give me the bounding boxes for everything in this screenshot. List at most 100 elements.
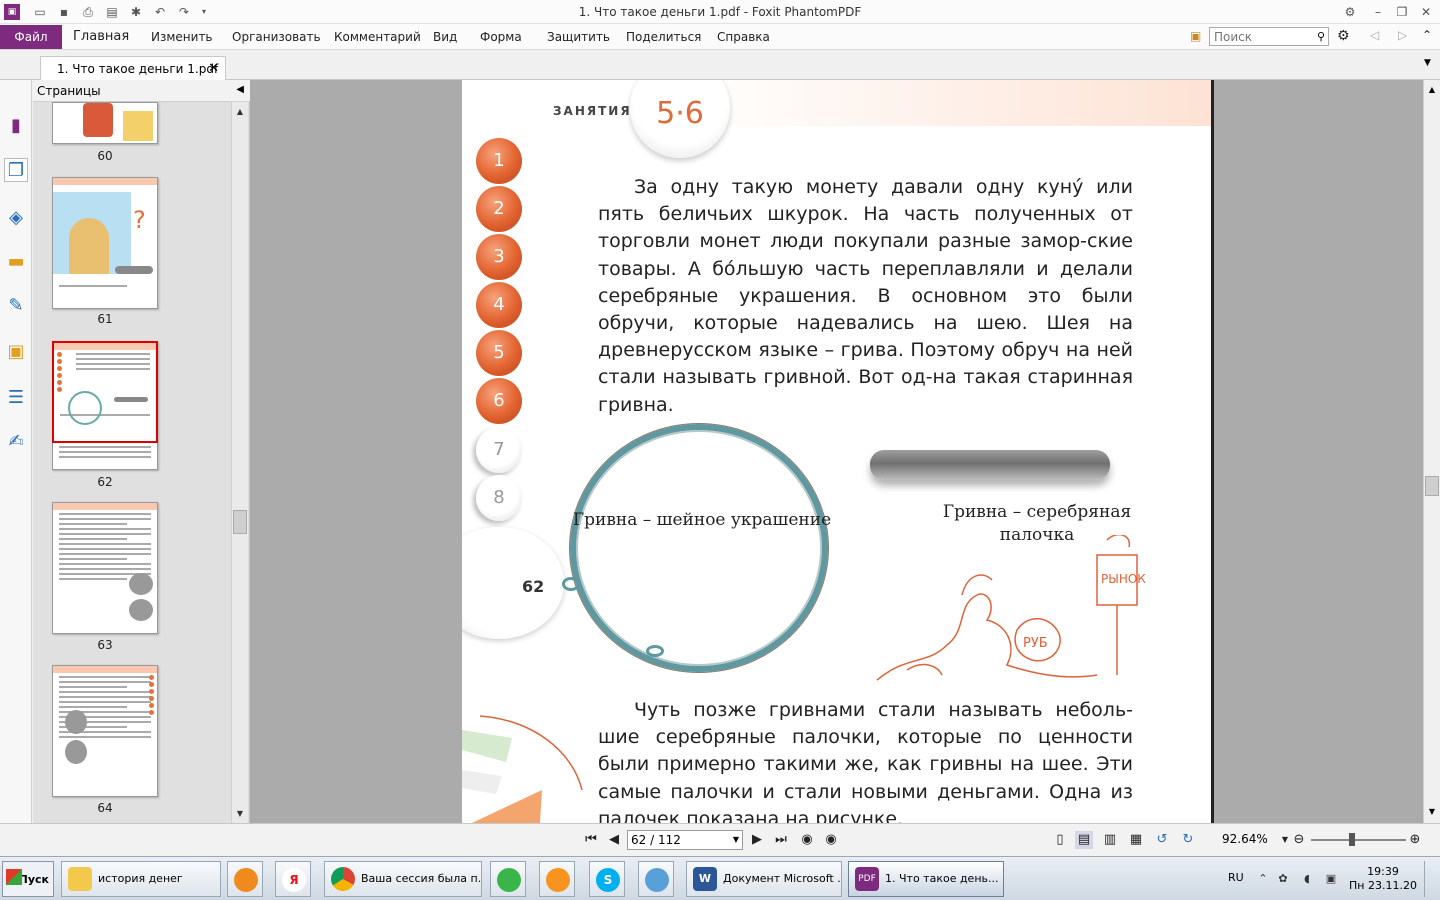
taskbar-app-chrome[interactable]: Ваша сессия была п... — [324, 861, 482, 897]
page-thumbnail[interactable]: ? — [52, 177, 158, 309]
pages-panel-header: Страницы ◀ — [33, 80, 250, 102]
tray-app-icon[interactable]: ✿ — [1276, 872, 1290, 886]
menu-share[interactable]: Поделиться — [626, 30, 701, 44]
search-field[interactable]: ⚲ — [1209, 27, 1329, 46]
minimize-button[interactable]: – — [1368, 3, 1388, 21]
step-marker: 6 — [476, 378, 522, 424]
ring-clasp — [646, 645, 664, 657]
layers-icon[interactable]: ◈ — [4, 206, 28, 230]
back-icon[interactable]: ◁ — [1370, 28, 1379, 42]
next-page-icon[interactable]: ▶ — [748, 831, 766, 849]
taskbar-volume[interactable] — [638, 861, 674, 897]
zoom-slider[interactable] — [1311, 839, 1406, 841]
file-menu-button[interactable]: Файл — [0, 25, 62, 49]
scrollbar-thumb[interactable] — [233, 510, 247, 534]
pages-icon[interactable]: ❐ — [4, 158, 28, 182]
search-input[interactable] — [1210, 28, 1306, 45]
taskbar-app-foxit[interactable]: PDF 1. Что такое день... — [848, 861, 1004, 897]
previous-page-icon[interactable]: ◀ — [605, 831, 623, 849]
taskbar-app-word[interactable]: W Документ Microsoft ... — [686, 861, 842, 897]
pages-panel-title: Страницы — [37, 84, 101, 98]
ribbon-collapse-icon[interactable]: ⌃ — [1422, 28, 1432, 42]
page-thumbnail-selected[interactable] — [52, 341, 158, 443]
gear-icon[interactable]: ⚙ — [1337, 28, 1350, 44]
grivna-ring-image — [570, 424, 828, 672]
close-button[interactable]: ✕ — [1416, 3, 1436, 21]
find-folder-icon[interactable]: ▣ — [1190, 29, 1201, 43]
continuous-page-icon[interactable]: ▤ — [1075, 831, 1093, 849]
continuous-facing-icon[interactable]: ▦ — [1127, 831, 1145, 849]
collapse-panel-icon[interactable]: ◀ — [236, 84, 244, 95]
svg-text:РЫНОК: РЫНОК — [1101, 572, 1146, 586]
show-desktop-button[interactable] — [1424, 861, 1436, 897]
page-navigation-bar: ⏮ ◀ 62 / 112 ▼ ▶ ⏭ ◉ ◉ ▯ ▤ ▥ ▦ ↺ ↻ 92.64… — [0, 823, 1440, 856]
menu-organize[interactable]: Организовать — [232, 30, 321, 44]
zoom-in-icon[interactable]: ⊕ — [1406, 831, 1424, 849]
menu-help[interactable]: Справка — [717, 30, 770, 44]
network-tray-icon[interactable]: ▣ — [1324, 872, 1338, 886]
menu-form[interactable]: Форма — [480, 30, 522, 44]
system-clock[interactable]: 19:39 Пн 23.11.20 — [1348, 865, 1418, 893]
menu-home[interactable]: Главная — [73, 29, 129, 44]
settings-icon[interactable]: ⚙ — [1340, 3, 1360, 21]
attachments-icon[interactable]: ✎ — [4, 294, 28, 318]
bookmarks-icon[interactable]: ▮ — [4, 114, 28, 138]
taskbar-odnoklassniki[interactable] — [539, 861, 575, 897]
rotate-left-icon[interactable]: ↺ — [1153, 831, 1171, 849]
security-lock-icon[interactable]: ▣ — [4, 340, 28, 364]
taskbar-media-player[interactable] — [227, 861, 263, 897]
taskbar-yandex[interactable]: Я — [275, 861, 311, 897]
last-page-icon[interactable]: ⏭ — [772, 831, 790, 849]
thumbnails-scrollbar[interactable]: ▲ ▼ — [231, 102, 248, 823]
taskbar-skype[interactable]: S — [589, 861, 625, 897]
menu-comment[interactable]: Комментарий — [334, 30, 421, 44]
foxit-pdf-icon: PDF — [855, 867, 879, 891]
document-viewer[interactable]: ЗАНЯТИЯ 5·6 1 2 3 4 5 6 7 8 За одну таку… — [250, 80, 1423, 823]
facing-pages-icon[interactable]: ▥ — [1101, 831, 1119, 849]
signature-icon[interactable]: ✍ — [4, 430, 28, 454]
page-thumbnail-lower[interactable] — [52, 443, 158, 470]
zoom-out-icon[interactable]: ⊖ — [1290, 831, 1308, 849]
page-number-field[interactable]: 62 / 112 ▼ — [627, 830, 743, 850]
menu-view[interactable]: Вид — [433, 30, 457, 44]
language-indicator[interactable]: RU — [1228, 871, 1244, 884]
rotate-right-icon[interactable]: ↻ — [1179, 831, 1197, 849]
lesson-number: 5·6 — [656, 96, 704, 131]
previous-view-icon[interactable]: ◉ — [798, 831, 816, 849]
zoom-level[interactable]: 92.64% — [1222, 832, 1268, 846]
chevron-down-icon[interactable]: ▼ — [733, 831, 739, 849]
document-tab[interactable]: 1. Что такое деньги 1.pdf ✕ — [40, 56, 226, 80]
page-decoration — [462, 715, 583, 823]
tray-expand-icon[interactable]: ⌃ — [1256, 872, 1270, 886]
content-icon[interactable]: ☰ — [4, 386, 28, 410]
document-scrollbar[interactable]: ▲ ▼ — [1423, 80, 1440, 823]
navigation-rail: ▮ ❐ ◈ ▬ ✎ ▣ ☰ ✍ — [0, 80, 32, 823]
page-thumbnail-number: 62 — [97, 475, 113, 489]
svg-text:РУБ: РУБ — [1023, 636, 1048, 651]
volume-tray-icon[interactable]: ◖ — [1300, 872, 1314, 886]
close-tab-icon[interactable]: ✕ — [208, 61, 219, 76]
next-view-icon[interactable]: ◉ — [822, 831, 840, 849]
page-thumbnail[interactable] — [52, 102, 158, 144]
scroll-down-icon[interactable]: ▼ — [232, 806, 248, 822]
scrollbar-thumb[interactable] — [1425, 476, 1439, 496]
tab-list-chevron-icon[interactable]: ▼ — [1424, 58, 1431, 68]
scroll-down-icon[interactable]: ▼ — [1424, 804, 1440, 820]
page-thumbnail[interactable] — [52, 665, 158, 797]
menu-protect[interactable]: Защитить — [547, 30, 610, 44]
restore-button[interactable]: ❐ — [1392, 3, 1412, 21]
scroll-up-icon[interactable]: ▲ — [232, 104, 248, 120]
page-thumbnail[interactable] — [52, 502, 158, 634]
menu-edit[interactable]: Изменить — [151, 30, 213, 44]
zoom-slider-thumb[interactable] — [1349, 833, 1355, 846]
scroll-up-icon[interactable]: ▲ — [1424, 82, 1440, 98]
first-page-icon[interactable]: ⏮ — [582, 831, 600, 849]
search-icon[interactable]: ⚲ — [1317, 30, 1325, 43]
single-page-icon[interactable]: ▯ — [1051, 831, 1069, 849]
taskbar-music[interactable] — [490, 861, 526, 897]
forward-icon[interactable]: ▷ — [1398, 28, 1407, 42]
step-marker: 5 — [476, 330, 522, 376]
taskbar-app-folder[interactable]: история денег — [61, 861, 221, 897]
comments-icon[interactable]: ▬ — [4, 250, 28, 274]
clock-date: Пн 23.11.20 — [1349, 879, 1417, 892]
